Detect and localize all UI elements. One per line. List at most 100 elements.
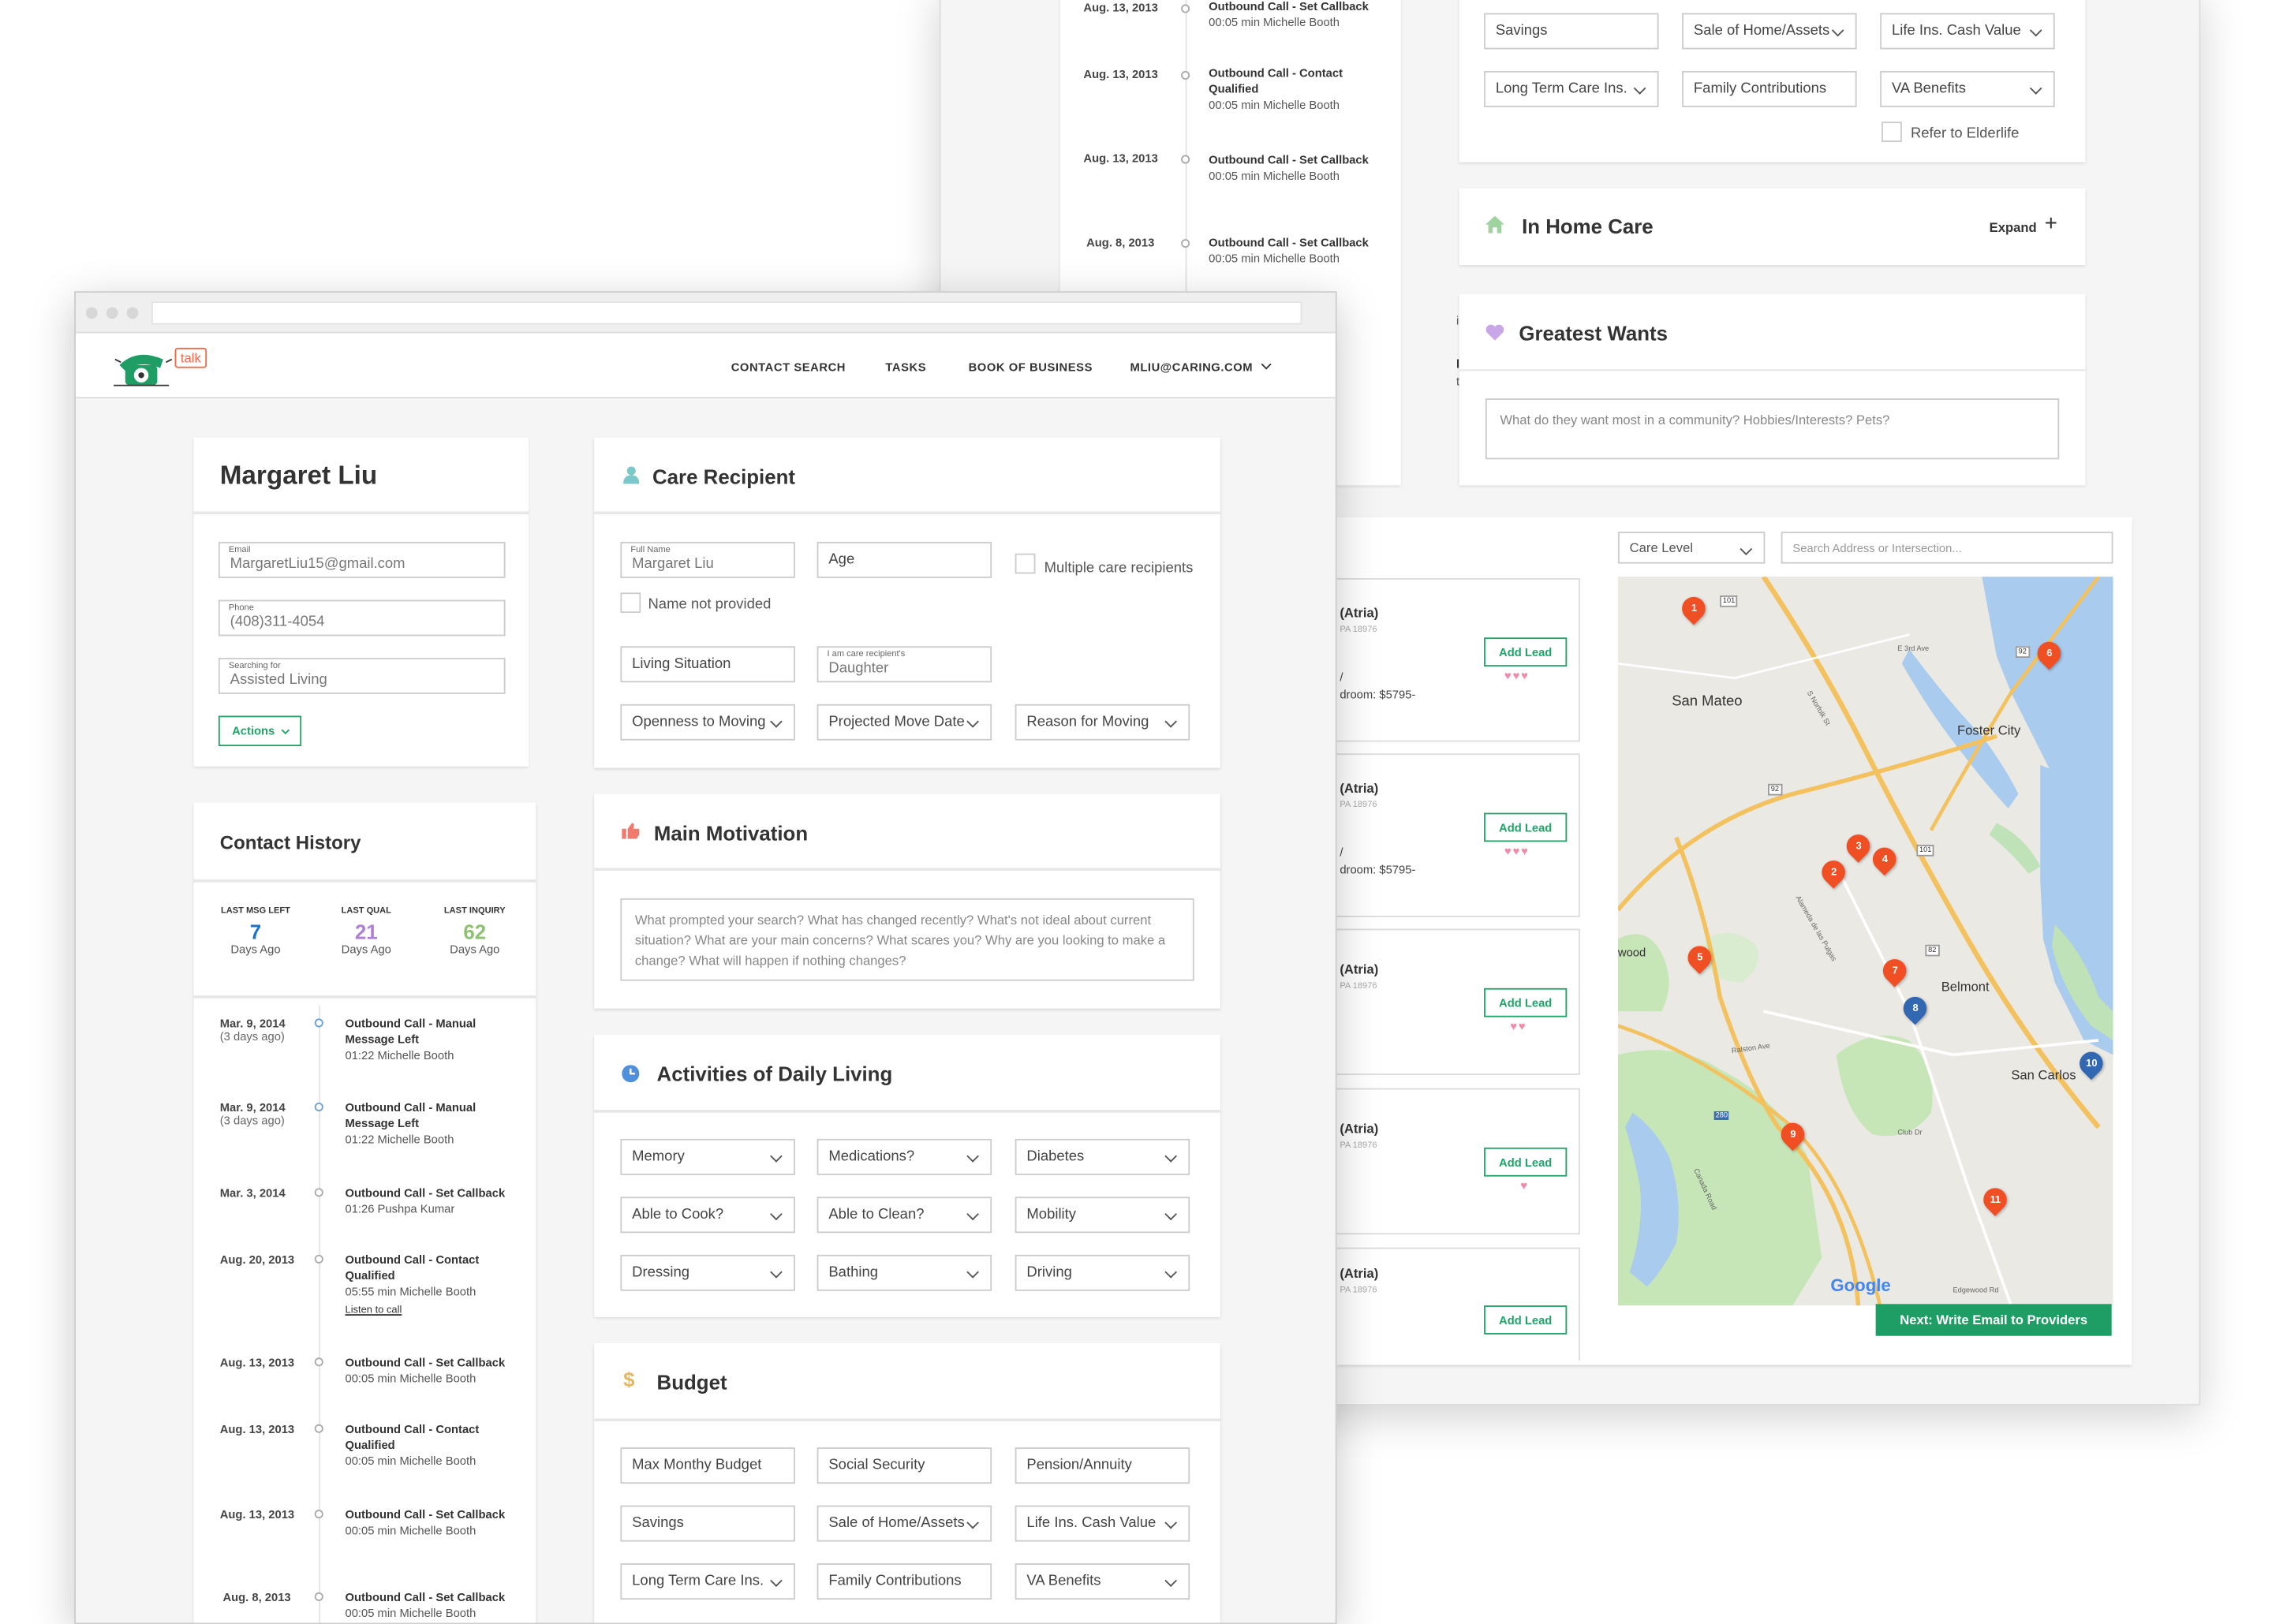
listen-to-call-link[interactable]: Listen to call — [346, 1302, 521, 1318]
provider-card[interactable]: (Atria) PA 18976 Add Lead — [1336, 1247, 1580, 1361]
add-lead-button[interactable]: Add Lead — [1484, 1305, 1568, 1335]
living-situation-field[interactable]: Living Situation — [620, 646, 795, 683]
address-bar[interactable] — [151, 301, 1302, 325]
mobility-select[interactable]: Mobility — [1015, 1197, 1190, 1234]
family-contrib-field[interactable]: Family Contributions — [1682, 71, 1857, 107]
dressing-select[interactable]: Dressing — [620, 1254, 795, 1291]
field-label: Email — [228, 546, 251, 555]
savings-field[interactable]: Savings — [1484, 13, 1659, 50]
add-lead-button[interactable]: Add Lead — [1484, 987, 1568, 1017]
timeline-entry: Outbound Call - Contact Qualified 00:05 m… — [346, 1421, 506, 1469]
savings-field[interactable]: Savings — [620, 1505, 795, 1542]
contact-name: Margaret Liu — [219, 461, 378, 490]
field-label: Phone — [228, 604, 254, 614]
stat-label: LAST QUAL — [341, 906, 391, 916]
searching-for-field[interactable]: Searching for Assisted Living — [218, 657, 506, 694]
reason-select[interactable]: Reason for Moving — [1015, 704, 1190, 741]
timeline-entry: Outbound Call - Manual Message Left 01:22… — [346, 1099, 484, 1148]
name-not-provided-checkbox[interactable] — [620, 592, 641, 614]
care-level-select[interactable]: Care Level — [1617, 532, 1766, 564]
greatest-wants-input[interactable]: What do they want most in a community? H… — [1485, 398, 2060, 460]
logo-text: talk — [174, 347, 207, 368]
multiple-recipients-checkbox[interactable] — [1015, 553, 1036, 574]
able-to-clean-select[interactable]: Able to Clean? — [816, 1197, 992, 1234]
stat-value: 62 — [463, 920, 487, 943]
max-budget-field[interactable]: Max Monthy Budget — [620, 1447, 795, 1484]
main-motivation-input[interactable]: What prompted your search? What has chan… — [620, 898, 1194, 981]
map-view[interactable]: San Mateo Foster City Belmont San Carlos… — [1617, 577, 2113, 1306]
nav-tasks[interactable]: TASKS — [885, 360, 926, 374]
timeline-title: Outbound Call - Manual Message Left — [345, 1101, 476, 1130]
sale-of-home-select[interactable]: Sale of Home/Assets — [816, 1505, 992, 1542]
window-maximize-dot[interactable] — [126, 307, 139, 319]
openness-select[interactable]: Openness to Moving — [620, 704, 795, 741]
timeline-dot — [1181, 155, 1190, 164]
timeline-meta: 01:26 Pushpa Kumar — [345, 1202, 455, 1216]
address-search-input[interactable]: Search Address or Intersection... — [1781, 532, 2113, 564]
next-write-email-button[interactable]: Next: Write Email to Providers — [1875, 1304, 2112, 1336]
name-not-provided-label: Name not provided — [648, 596, 772, 614]
timeline-meta: 00:05 min Michelle Booth — [1209, 252, 1340, 266]
va-benefits-select[interactable]: VA Benefits — [1015, 1563, 1190, 1600]
add-lead-button[interactable]: Add Lead — [1484, 812, 1568, 842]
refer-elderlife-checkbox[interactable] — [1882, 121, 1902, 143]
window-close-dot[interactable] — [85, 307, 98, 319]
diabetes-select[interactable]: Diabetes — [1015, 1138, 1190, 1175]
budget-card: $ Budget Max Monthy Budget Social Securi… — [594, 1342, 1220, 1623]
window-minimize-dot[interactable] — [106, 307, 118, 319]
provider-name: (Atria) — [1340, 605, 1379, 621]
provider-card[interactable]: (Atria) PA 18976 / droom: $5795- Add Lead… — [1336, 753, 1580, 917]
timeline-entry: Outbound Call - Set Callback 00:05 min Mi… — [1209, 0, 1384, 31]
map-road-label: E 3rd Ave — [1897, 644, 1930, 654]
full-name-field[interactable]: Full Name Margaret Liu — [620, 542, 795, 578]
rating-hearts: ♥ — [1520, 1179, 1529, 1193]
sale-of-home-select[interactable]: Sale of Home/Assets — [1682, 13, 1857, 50]
email-field[interactable]: Email MargaretLiu15@gmail.com — [218, 542, 506, 578]
pension-field[interactable]: Pension/Annuity — [1015, 1447, 1190, 1484]
nav-contact-search[interactable]: CONTACT SEARCH — [731, 360, 846, 374]
family-contrib-field[interactable]: Family Contributions — [816, 1563, 992, 1600]
divider — [193, 511, 529, 515]
age-field[interactable]: Age — [816, 542, 992, 578]
social-security-field[interactable]: Social Security — [816, 1447, 992, 1484]
map-road-label: 92 — [1768, 783, 1782, 796]
timeline-date: Aug. 13, 2013 — [220, 1508, 294, 1521]
relation-field[interactable]: I am care recipient's Daughter — [816, 646, 992, 683]
memory-select[interactable]: Memory — [620, 1138, 795, 1175]
greatest-wants-title: Greatest Wants — [1519, 321, 1668, 345]
timeline-date: Aug. 13, 2013 — [220, 1356, 294, 1369]
nav-account-menu[interactable]: MLIU@CARING.COM — [1130, 359, 1272, 374]
nav-book-of-business[interactable]: BOOK OF BUSINESS — [969, 360, 1093, 374]
medications-select[interactable]: Medications? — [816, 1138, 992, 1175]
timeline-date: Mar. 9, 2014 (3 days ago) — [220, 1101, 286, 1127]
life-ins-select[interactable]: Life Ins. Cash Value — [1880, 13, 2055, 50]
talk-logo[interactable]: talk — [110, 345, 215, 391]
contact-card: Margaret Liu Email MargaretLiu15@gmail.co… — [193, 437, 529, 767]
phone-field[interactable]: Phone (408)311-4054 — [218, 599, 506, 637]
ltc-ins-select[interactable]: Long Term Care Ins. — [620, 1563, 795, 1600]
va-benefits-select[interactable]: VA Benefits — [1880, 71, 2055, 107]
life-ins-select[interactable]: Life Ins. Cash Value — [1015, 1505, 1190, 1542]
expand-label[interactable]: Expand — [1990, 220, 2037, 234]
provider-card[interactable]: (Atria) PA 18976 / droom: $5795- Add Lead… — [1336, 577, 1580, 742]
provider-list: (Atria) PA 18976 / droom: $5795- Add Lead… — [1336, 577, 1599, 1361]
timeline-title: Outbound Call - Set Callback — [1209, 0, 1369, 13]
timeline-date: Aug. 8, 2013 — [222, 1591, 290, 1604]
timeline-meta: 00:05 min Michelle Booth — [1209, 169, 1340, 183]
driving-select[interactable]: Driving — [1015, 1254, 1190, 1291]
actions-button[interactable]: Actions — [218, 715, 302, 747]
plus-icon[interactable]: + — [2045, 213, 2057, 235]
move-date-select[interactable]: Projected Move Date — [816, 704, 992, 741]
bathing-select[interactable]: Bathing — [816, 1254, 992, 1291]
able-to-cook-select[interactable]: Able to Cook? — [620, 1197, 795, 1234]
add-lead-button[interactable]: Add Lead — [1484, 1147, 1568, 1177]
ltc-ins-select[interactable]: Long Term Care Ins. — [1484, 71, 1659, 107]
person-icon — [623, 466, 640, 484]
account-email: MLIU@CARING.COM — [1130, 360, 1254, 374]
provider-name: (Atria) — [1340, 961, 1379, 977]
add-lead-button[interactable]: Add Lead — [1484, 637, 1568, 667]
map-pin-label: 11 — [1990, 1194, 2001, 1205]
provider-card[interactable]: (Atria) PA 18976 Add Lead ♥♥ — [1336, 928, 1580, 1076]
provider-card[interactable]: (Atria) PA 18976 Add Lead ♥ — [1336, 1088, 1580, 1235]
in-home-care-card[interactable]: In Home Care Expand + — [1459, 188, 2086, 266]
